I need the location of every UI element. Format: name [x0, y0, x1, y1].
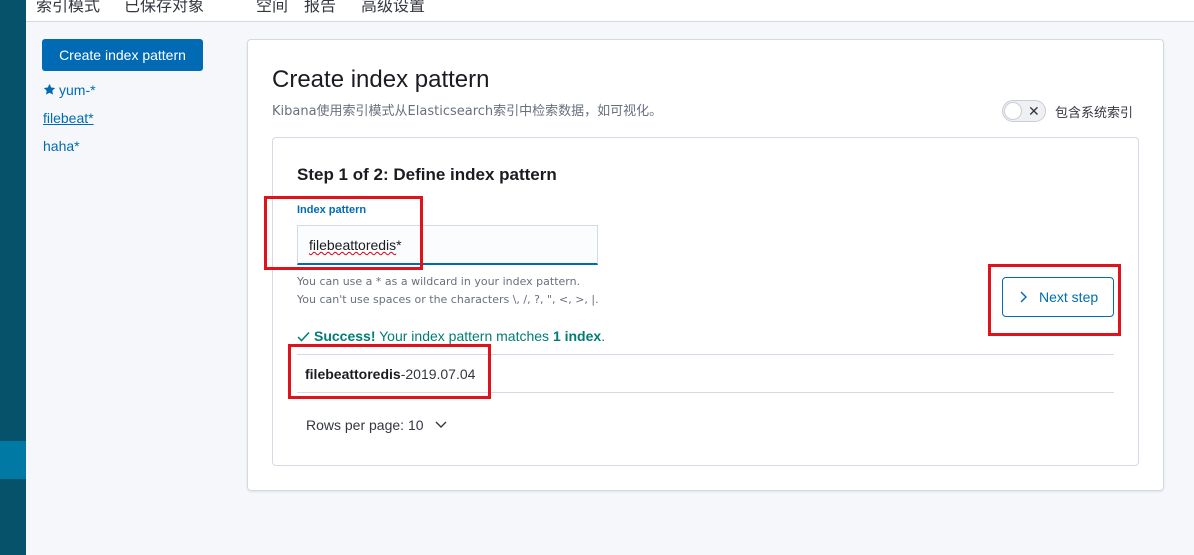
toggle-knob	[1004, 102, 1022, 120]
page-description: Kibana使用索引模式从Elasticsearch索引中检索数据，如可视化。	[272, 104, 663, 119]
page-title: Create index pattern	[272, 66, 490, 93]
chevron-down-icon	[435, 421, 447, 428]
close-icon: ✕	[1028, 103, 1040, 119]
toggle-label: 包含系统索引	[1055, 106, 1134, 121]
tab-advanced-settings[interactable]: 高级设置	[361, 0, 425, 16]
success-message: Success! Your index pattern matches 1 in…	[297, 328, 605, 344]
star-icon	[43, 83, 56, 95]
check-icon	[297, 331, 310, 342]
annotation-box-next	[988, 264, 1121, 336]
top-tabs: 索引模式 已保存对象 空间 报告 高级设置	[26, 0, 1194, 22]
step-title: Step 1 of 2: Define index pattern	[297, 165, 557, 184]
rows-per-page-label: Rows per page: 10	[306, 417, 424, 433]
help-text-line2: You can't use spaces or the characters \…	[297, 293, 599, 306]
annotation-box-match	[288, 344, 491, 399]
include-system-indices-toggle[interactable]: ✕	[1002, 100, 1046, 122]
left-nav-active-item[interactable]	[0, 441, 26, 479]
tab-spaces[interactable]: 空间	[256, 0, 288, 16]
success-count: 1 index	[552, 328, 602, 344]
rows-per-page-select[interactable]: Rows per page: 10	[306, 417, 447, 433]
success-end: .	[601, 328, 606, 344]
sidebar-item-haha[interactable]: haha*	[43, 138, 80, 154]
sidebar-item-label: yum-*	[59, 82, 96, 98]
success-prefix: Success!	[314, 328, 376, 344]
tab-reports[interactable]: 报告	[304, 0, 336, 16]
help-text-line1: You can use a * as a wildcard in your in…	[297, 275, 581, 288]
create-index-pattern-button[interactable]: Create index pattern	[42, 39, 203, 71]
sidebar-item-filebeat[interactable]: filebeat*	[43, 110, 94, 126]
annotation-box-input	[264, 196, 423, 270]
tab-saved-objects[interactable]: 已保存对象	[124, 0, 204, 16]
sidebar-item-yum[interactable]: yum-*	[43, 82, 96, 98]
success-middle: Your index pattern matches	[375, 328, 553, 344]
tab-index-patterns[interactable]: 索引模式	[36, 0, 100, 16]
